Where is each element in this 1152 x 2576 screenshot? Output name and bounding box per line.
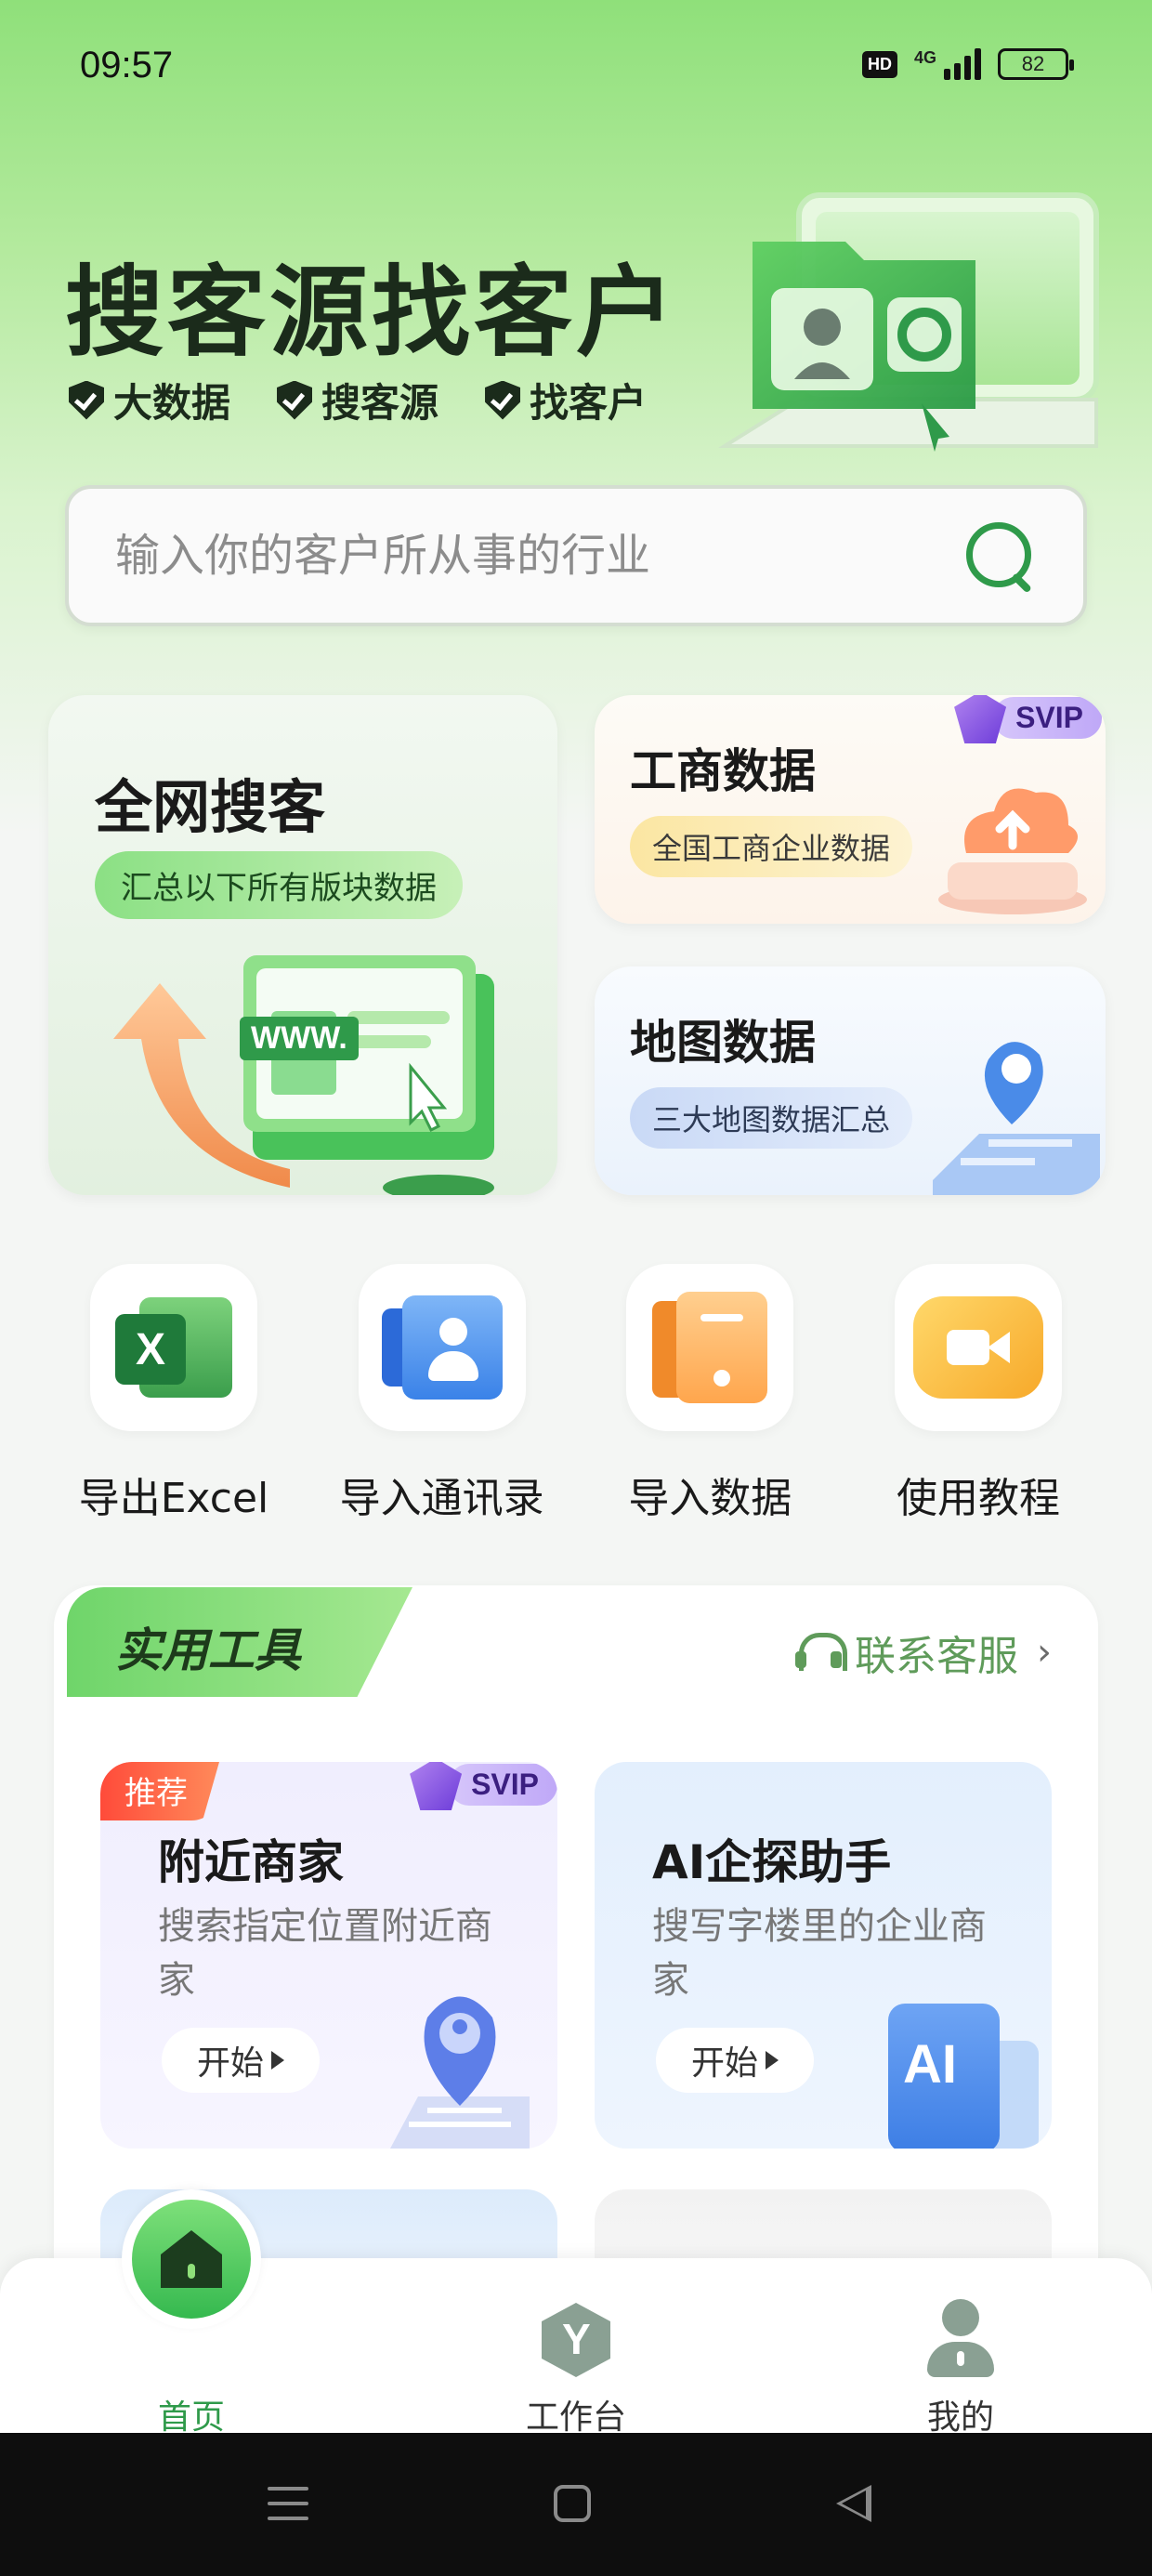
tool-title: 附近商家: [158, 1835, 344, 1889]
ai-assistant-card[interactable]: AI企探助手 搜写字楼里的企业商家 开始 AI: [595, 1762, 1052, 2149]
back-icon[interactable]: [836, 2485, 871, 2522]
start-button[interactable]: 开始: [162, 2028, 320, 2093]
shield-check-icon: [485, 380, 521, 420]
import-data-button[interactable]: 导入数据: [584, 1264, 835, 1524]
hero-tag-label: 找客户: [530, 380, 648, 426]
quick-action-label: 导出Excel: [78, 1475, 269, 1522]
quick-icon-container: X: [90, 1264, 257, 1431]
cloud-chart-icon: [938, 788, 1087, 914]
svip-label: SVIP: [449, 1763, 557, 1806]
map-pin-icon: [390, 1996, 530, 2149]
laptop-folder-illustration: [718, 192, 1099, 452]
system-home-icon[interactable]: [554, 2485, 591, 2522]
card-subtitle: 汇总以下所有版块数据: [95, 851, 463, 919]
shield-check-icon: [277, 380, 313, 420]
home-fab[interactable]: [122, 2189, 261, 2329]
quick-action-label: 导入数据: [628, 1475, 792, 1522]
ai-icon-text: AI: [903, 2034, 957, 2095]
play-icon: [766, 2051, 779, 2070]
start-label: 开始: [690, 2044, 758, 2083]
contacts-icon: [381, 1295, 503, 1400]
tutorial-button[interactable]: 使用教程: [853, 1264, 1104, 1524]
tool-title: AI企探助手: [652, 1835, 892, 1889]
www-label: WWW.: [240, 1017, 359, 1060]
business-data-card[interactable]: 工商数据 全国工商企业数据 SVIP: [595, 695, 1106, 924]
nav-label: 我的: [926, 2399, 994, 2437]
search-input[interactable]: [115, 530, 962, 582]
card-title: 工商数据: [630, 744, 816, 798]
quick-icon-container: [626, 1264, 794, 1431]
video-tutorial-icon: [912, 1296, 1043, 1399]
shield-check-icon: [69, 380, 104, 420]
hero-tags: 大数据 搜客源 找客户: [69, 372, 647, 428]
contact-support-label: 联系客服: [855, 1633, 1018, 1680]
status-bar: 09:57 HD 4G 82: [0, 0, 1152, 139]
excel-icon: X: [115, 1297, 232, 1398]
hero-tag: 找客户: [485, 372, 647, 428]
system-navigation-bar: [0, 2433, 1152, 2576]
nav-label: 首页: [157, 2399, 225, 2437]
hero-tag: 搜客源: [277, 372, 439, 428]
import-contacts-button[interactable]: 导入通讯录: [317, 1264, 568, 1524]
map-data-card[interactable]: 地图数据 三大地图数据汇总: [595, 966, 1106, 1195]
map-pin-icon: [933, 1042, 1100, 1195]
user-icon: [925, 2299, 996, 2379]
recommend-badge: 推荐: [100, 1762, 219, 1820]
card-subtitle: 三大地图数据汇总: [630, 1087, 913, 1149]
chevron-right-icon: ›: [1037, 1631, 1052, 1674]
play-icon: [271, 2051, 284, 2070]
svip-label: SVIP: [993, 696, 1102, 739]
hero-tag-label: 大数据: [113, 380, 231, 426]
svip-badge: SVIP: [410, 1762, 557, 1810]
hero-tag: 大数据: [69, 372, 230, 428]
status-indicators: HD 4G 82: [861, 48, 1074, 80]
excel-glyph: X: [115, 1314, 186, 1385]
network-type: 4G: [913, 48, 936, 67]
card-title: 全网搜客: [95, 773, 326, 841]
quick-action-label: 导入通讯录: [339, 1475, 544, 1522]
svip-badge: SVIP: [954, 695, 1102, 743]
diamond-icon: [954, 695, 1007, 743]
search-icon[interactable]: [962, 519, 1037, 593]
quick-icon-container: [894, 1264, 1062, 1431]
tools-title: 实用工具: [115, 1623, 301, 1677]
start-button[interactable]: 开始: [656, 2028, 814, 2093]
card-subtitle: 全国工商企业数据: [630, 816, 913, 877]
diamond-icon: [410, 1762, 463, 1810]
quick-action-label: 使用教程: [896, 1475, 1060, 1522]
hero-title: 搜客源找客户: [65, 256, 678, 370]
export-excel-button[interactable]: X 导出Excel: [48, 1264, 299, 1524]
card-title: 地图数据: [630, 1016, 816, 1070]
headset-icon: [795, 1631, 847, 1674]
home-icon: [161, 2230, 222, 2288]
nav-label: 工作台: [525, 2399, 626, 2437]
workbench-icon: [542, 2303, 610, 2377]
hero-tag-label: 搜客源: [321, 380, 439, 426]
contact-support-link[interactable]: 联系客服 ›: [795, 1623, 1052, 1682]
search-box[interactable]: [65, 485, 1087, 626]
bottom-navigation: 首页 工作台 我的: [0, 2189, 1152, 2437]
nearby-merchants-card[interactable]: 推荐 SVIP 附近商家 搜索指定位置附近商家 开始: [100, 1762, 557, 2149]
quick-actions: X 导出Excel 导入通讯录 导入数据 使用教程: [48, 1264, 1104, 1524]
start-label: 开始: [196, 2044, 264, 2083]
tool-description: 搜写字楼里的企业商家: [652, 1905, 987, 2002]
status-time: 09:57: [80, 45, 174, 85]
hd-badge: HD: [861, 50, 897, 78]
signal-icon: [944, 48, 981, 80]
battery-icon: 82: [998, 48, 1074, 80]
all-web-search-card[interactable]: 全网搜客 汇总以下所有版块数据 WWW.: [48, 695, 557, 1195]
quick-icon-container: [358, 1264, 526, 1431]
ai-icon: AI: [888, 2004, 1046, 2149]
menu-icon[interactable]: [268, 2487, 308, 2520]
import-data-icon: [652, 1292, 768, 1403]
